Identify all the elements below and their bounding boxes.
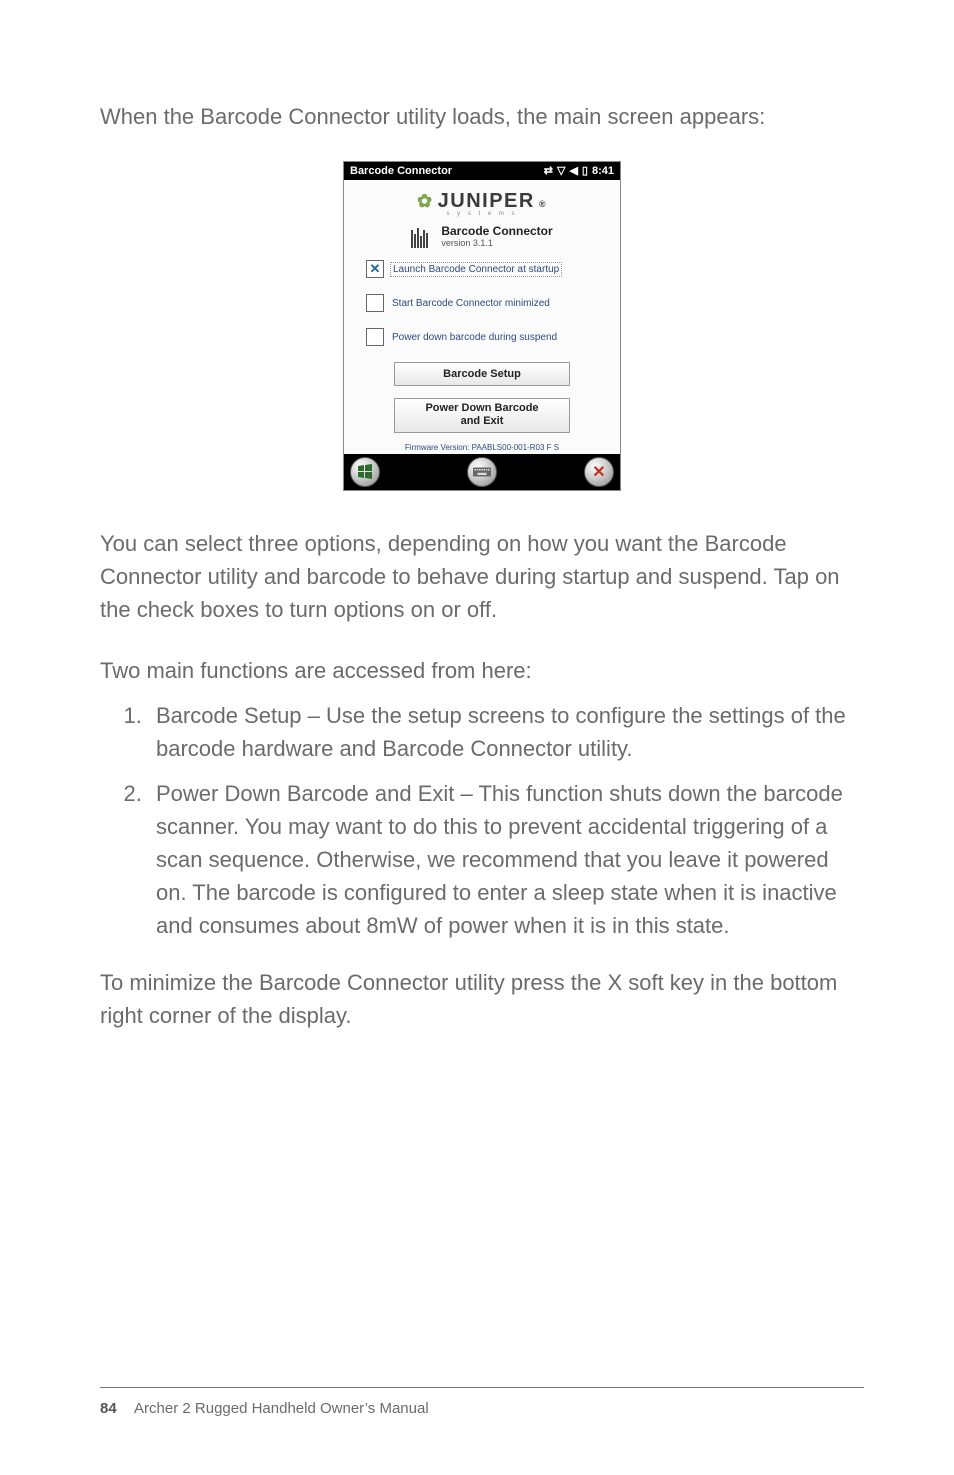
- keyboard-button[interactable]: [467, 457, 497, 487]
- device-navbar: ✕: [344, 454, 620, 490]
- option-label: Power down barcode during suspend: [390, 331, 559, 344]
- option-launch-startup[interactable]: ✕ Launch Barcode Connector at startup: [366, 260, 604, 278]
- list-item: Barcode Setup – Use the setup screens to…: [148, 699, 864, 765]
- window-title: Barcode Connector: [350, 165, 452, 177]
- option-label: Start Barcode Connector minimized: [390, 297, 552, 310]
- functions-list: Barcode Setup – Use the setup screens to…: [100, 699, 864, 942]
- app-header: Barcode Connector version 3.1.1: [344, 225, 620, 248]
- brand-name: JUNIPER: [438, 190, 535, 213]
- sync-icon: ⇄: [544, 166, 553, 177]
- button-line2: and Exit: [397, 415, 567, 428]
- intro-paragraph: When the Barcode Connector utility loads…: [100, 100, 864, 133]
- minimize-paragraph: To minimize the Barcode Connector utilit…: [100, 966, 864, 1032]
- power-down-exit-button[interactable]: Power Down Barcode and Exit: [394, 398, 570, 432]
- firmware-version: Firmware Version: PAABLS00-001-R03 F S: [344, 443, 620, 452]
- close-button[interactable]: ✕: [584, 457, 614, 487]
- option-label: Launch Barcode Connector at startup: [390, 262, 562, 277]
- two-functions-paragraph: Two main functions are accessed from her…: [100, 654, 864, 687]
- battery-icon: ▯: [582, 166, 588, 177]
- start-button[interactable]: [350, 457, 380, 487]
- barcode-setup-button[interactable]: Barcode Setup: [394, 362, 570, 386]
- page-number: 84: [100, 1400, 117, 1417]
- device-frame: Barcode Connector ⇄ ▽ ◀ ▯ 8:41 ✿ JUNIPER…: [343, 161, 621, 491]
- checkbox-icon[interactable]: ✕: [366, 260, 384, 278]
- window-titlebar: Barcode Connector ⇄ ▽ ◀ ▯ 8:41: [344, 162, 620, 180]
- option-powerdown-suspend[interactable]: Power down barcode during suspend: [366, 328, 604, 346]
- brand-subtext: s y s t e m s: [344, 211, 620, 217]
- list-item: Power Down Barcode and Exit – This funct…: [148, 777, 864, 942]
- manual-title: Archer 2 Rugged Handheld Owner’s Manual: [134, 1400, 429, 1417]
- screenshot-figure: Barcode Connector ⇄ ▽ ◀ ▯ 8:41 ✿ JUNIPER…: [100, 161, 864, 491]
- button-line1: Power Down Barcode: [397, 402, 567, 415]
- brand-registered: ®: [539, 199, 547, 209]
- page-footer: 84 Archer 2 Rugged Handheld Owner’s Manu…: [100, 1387, 864, 1417]
- checkbox-icon[interactable]: [366, 294, 384, 312]
- leaf-icon: ✿: [417, 192, 434, 210]
- checkbox-icon[interactable]: [366, 328, 384, 346]
- app-title: Barcode Connector: [441, 225, 552, 238]
- clock-text: 8:41: [592, 166, 614, 177]
- brand-logo: ✿ JUNIPER ®: [344, 180, 620, 215]
- options-paragraph: You can select three options, depending …: [100, 527, 864, 626]
- app-version: version 3.1.1: [441, 238, 552, 248]
- volume-icon: ◀: [569, 166, 577, 177]
- signal-icon: ▽: [557, 166, 565, 177]
- option-start-minimized[interactable]: Start Barcode Connector minimized: [366, 294, 604, 312]
- barcode-icon: [411, 226, 435, 248]
